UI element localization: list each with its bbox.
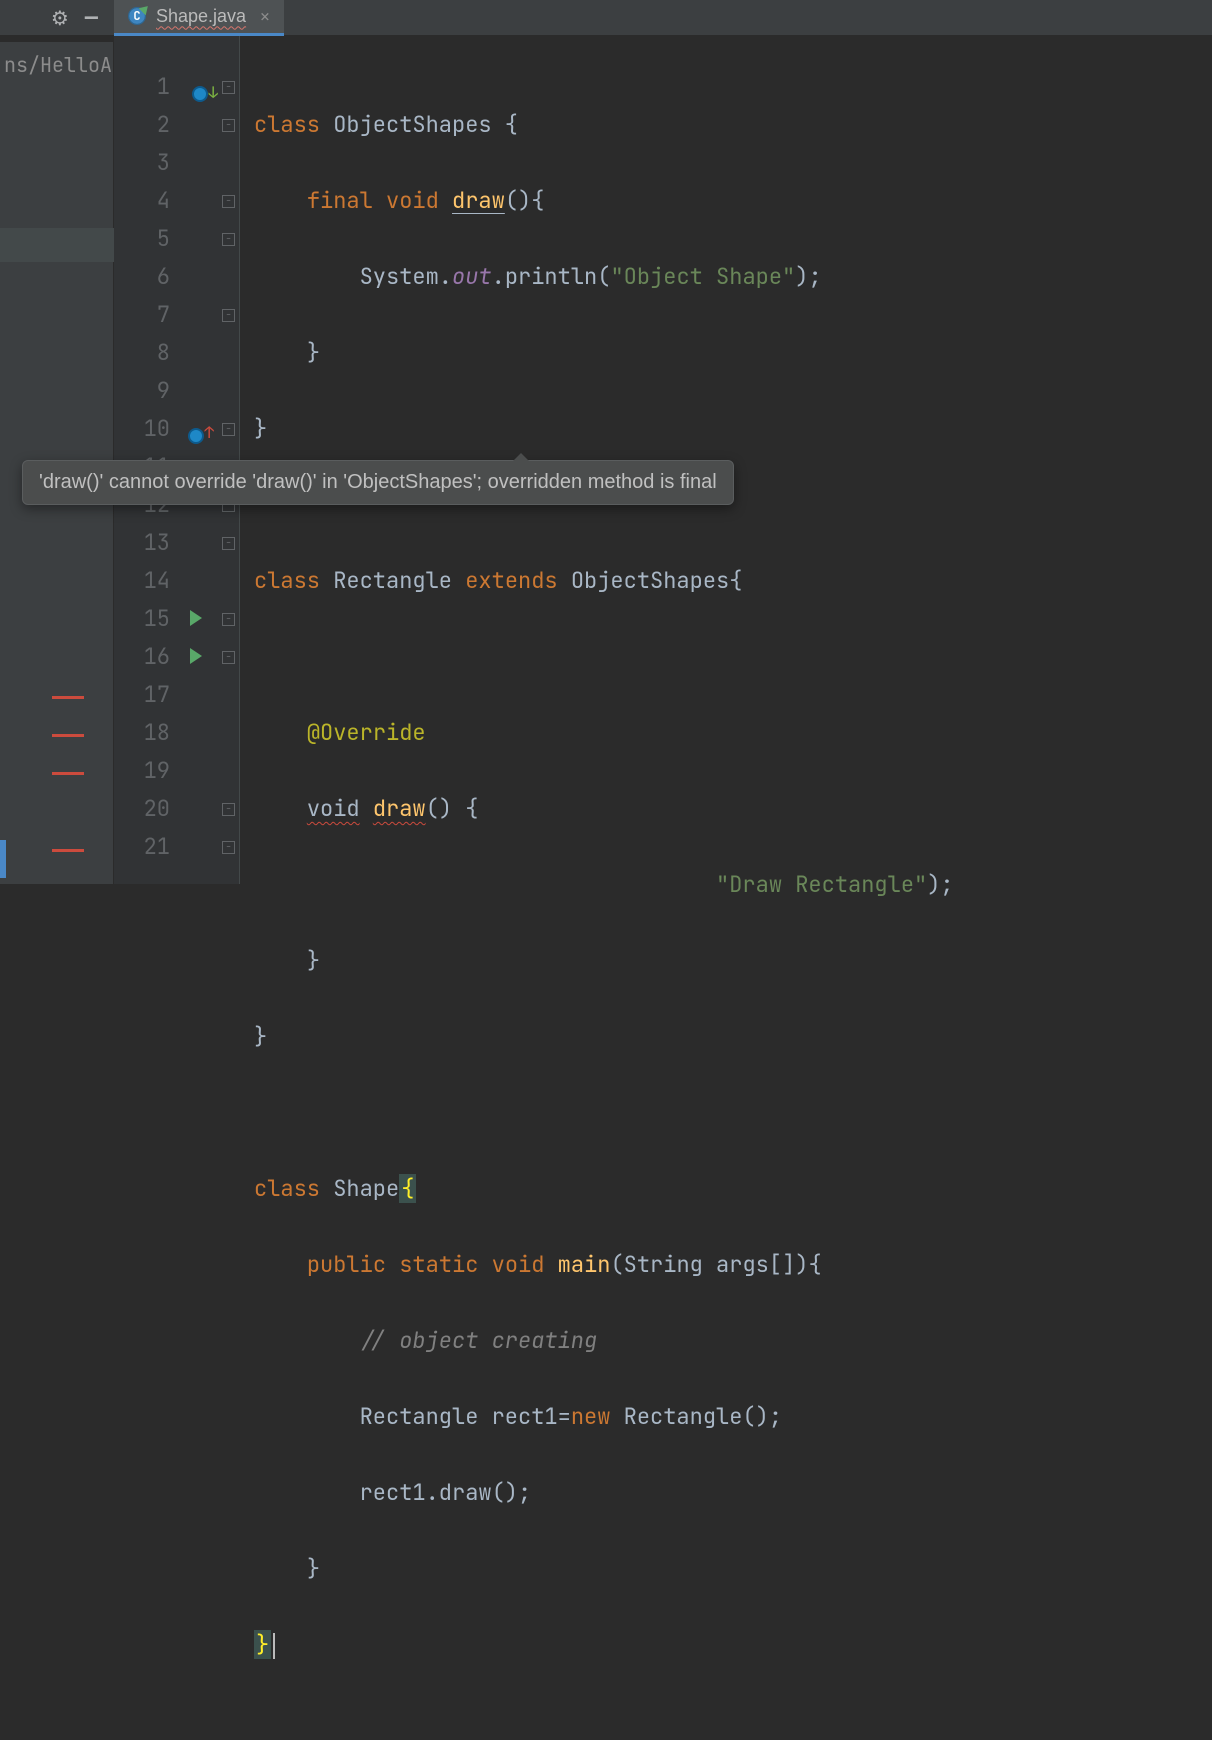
breadcrumb[interactable]: ns/HelloA <box>0 42 114 88</box>
fold-icon[interactable]: − <box>222 537 235 550</box>
change-marker <box>0 840 6 878</box>
error-stripe <box>52 696 84 699</box>
sidebar-selection <box>0 228 114 262</box>
top-toolbar: ⚙ — C Shape.java ✕ <box>0 0 1212 36</box>
text-caret <box>273 1633 275 1659</box>
fold-icon[interactable]: − <box>222 803 235 816</box>
tab-label: Shape.java <box>156 6 246 27</box>
fold-icon[interactable]: − <box>222 119 235 132</box>
fold-icon[interactable]: − <box>222 613 235 626</box>
fold-icon[interactable]: − <box>222 423 235 436</box>
run-icon[interactable] <box>190 648 202 664</box>
fold-icon[interactable]: − <box>222 309 235 322</box>
run-icon[interactable] <box>190 610 202 626</box>
close-icon[interactable]: ✕ <box>260 6 270 27</box>
java-class-icon: C <box>128 7 146 25</box>
fold-icon[interactable]: − <box>222 841 235 854</box>
minimize-icon[interactable]: — <box>85 3 98 32</box>
error-tooltip: 'draw()' cannot override 'draw()' in 'Ob… <box>22 460 734 505</box>
gear-icon[interactable]: ⚙ <box>51 5 69 31</box>
fold-icon[interactable]: − <box>222 233 235 246</box>
error-stripe <box>52 772 84 775</box>
error-stripe <box>52 849 84 852</box>
fold-icon[interactable]: − <box>222 81 235 94</box>
fold-icon[interactable]: − <box>222 195 235 208</box>
fold-icon[interactable]: − <box>222 651 235 664</box>
editor-tab[interactable]: C Shape.java ✕ <box>114 0 284 36</box>
error-stripe <box>52 734 84 737</box>
